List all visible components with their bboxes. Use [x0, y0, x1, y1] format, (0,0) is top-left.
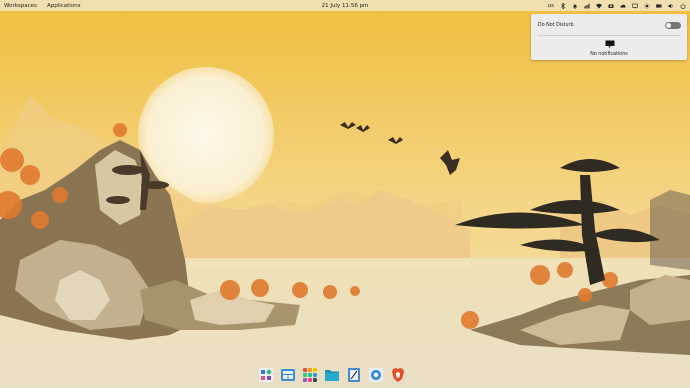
- files-launcher[interactable]: [323, 366, 341, 384]
- do-not-disturb-row: Do Not Disturb: [538, 21, 681, 29]
- brave-browser-icon: [392, 368, 404, 382]
- files-preview-launcher[interactable]: [279, 366, 297, 384]
- system-tray: us: [548, 0, 686, 11]
- battery-icon[interactable]: [656, 3, 662, 9]
- bluetooth-icon[interactable]: [560, 2, 566, 9]
- wifi-icon[interactable]: [596, 3, 602, 9]
- do-not-disturb-label: Do Not Disturb: [538, 22, 574, 28]
- cloud-icon[interactable]: [620, 3, 626, 9]
- keyboard-layout-indicator[interactable]: us: [548, 3, 554, 9]
- app-grid-icon: [303, 368, 317, 382]
- applications-button[interactable]: Applications: [47, 3, 81, 9]
- divider: [538, 35, 681, 36]
- text-editor-launcher[interactable]: [345, 366, 363, 384]
- files-preview-icon: [281, 369, 295, 381]
- camera-icon[interactable]: [608, 3, 614, 9]
- bell-icon[interactable]: [572, 3, 578, 9]
- app-center-launcher[interactable]: [257, 366, 275, 384]
- text-editor-icon: [348, 368, 360, 382]
- brave-browser-launcher[interactable]: [389, 366, 407, 384]
- no-notifications-text: No notifications: [590, 52, 628, 57]
- sun-icon[interactable]: [644, 2, 650, 9]
- power-icon[interactable]: [680, 3, 686, 9]
- display-icon[interactable]: [632, 3, 638, 9]
- network-icon[interactable]: [584, 3, 590, 9]
- settings-icon: [369, 368, 383, 382]
- notification-center: Do Not Disturb No notifications: [531, 14, 687, 60]
- workspaces-button[interactable]: Workspaces: [4, 3, 37, 9]
- settings-launcher[interactable]: [367, 366, 385, 384]
- message-bubble-icon: [605, 40, 615, 49]
- clock-button[interactable]: 21 July 11:56 pm: [322, 3, 369, 9]
- volume-icon[interactable]: [668, 3, 674, 9]
- app-center-icon: [259, 368, 273, 382]
- top-panel: Workspaces Applications 21 July 11:56 pm…: [0, 0, 690, 11]
- app-grid-launcher[interactable]: [301, 366, 319, 384]
- dock: [257, 364, 407, 386]
- folder-icon: [325, 370, 339, 381]
- do-not-disturb-toggle[interactable]: [665, 21, 681, 29]
